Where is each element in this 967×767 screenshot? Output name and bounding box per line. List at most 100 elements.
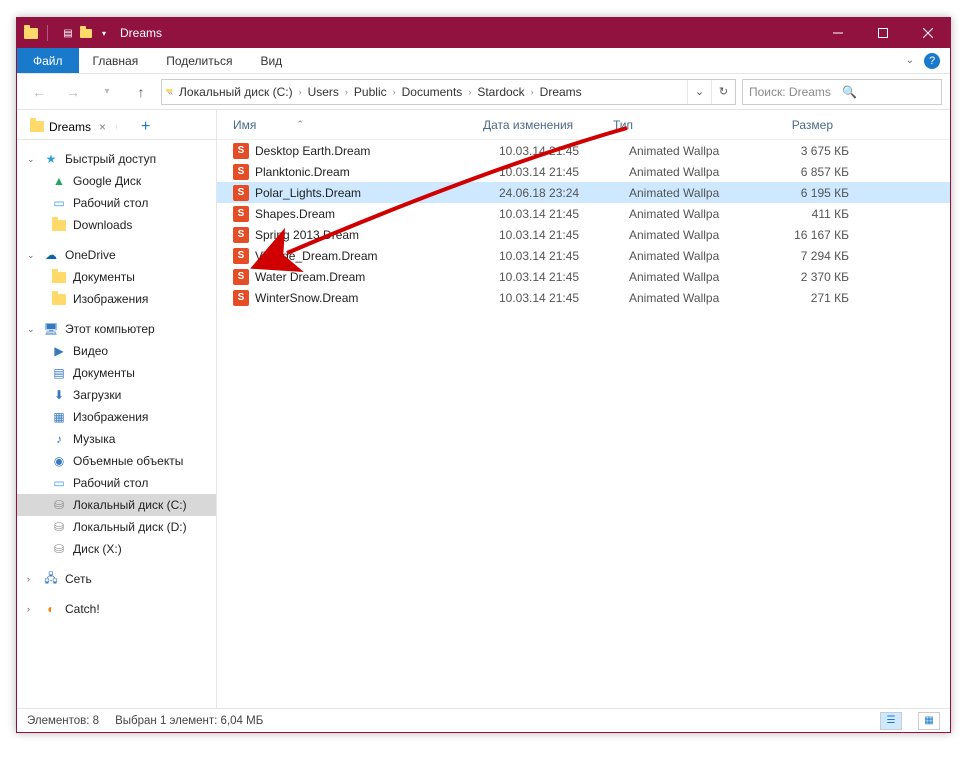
file-type: Animated Wallpa [629,207,759,221]
sidebar-item-downloads[interactable]: Downloads [17,214,216,236]
status-bar: Элементов: 8 Выбран 1 элемент: 6,04 МБ ☰… [17,708,950,732]
sidebar-item-disk-c[interactable]: ⛁Локальный диск (C:) [17,494,216,516]
ribbon-expand-icon[interactable]: ⌄ [906,55,914,66]
search-box[interactable]: Поиск: Dreams 🔍 [742,79,942,105]
file-size: 6 195 КБ [759,186,849,200]
nav-up-button[interactable]: ↑ [127,78,155,106]
quick-access-toolbar: ▤ ▾ [60,25,112,41]
file-date: 10.03.14 21:45 [499,207,629,221]
file-row[interactable]: SPolar_Lights.Dream24.06.18 23:24Animate… [217,182,950,203]
ribbon-file-tab[interactable]: Файл [17,48,79,73]
crumb-5[interactable]: Dreams [536,85,586,99]
sidebar-item-documents[interactable]: Документы [17,266,216,288]
col-size[interactable]: Размер [743,118,833,132]
address-dropdown-button[interactable]: ⌄ [687,80,711,104]
refresh-button[interactable]: ↻ [711,80,735,104]
sidebar-item-disk-x[interactable]: ⛁Диск (X:) [17,538,216,560]
sidebar-item-dl[interactable]: ⬇Загрузки [17,384,216,406]
file-rows[interactable]: SDesktop Earth.Dream10.03.14 21:45Animat… [217,140,950,708]
file-row[interactable]: SWater Dream.Dream10.03.14 21:45Animated… [217,266,950,287]
maximize-button[interactable] [860,18,905,48]
column-headers[interactable]: Имя⌃ Дата изменения Тип Размер [217,110,950,140]
app-icon [23,25,39,41]
disk-icon: ⛁ [51,497,67,513]
qat-properties-icon[interactable]: ▤ [60,25,76,41]
file-row[interactable]: SSpring 2013.Dream10.03.14 21:45Animated… [217,224,950,245]
file-type: Animated Wallpa [629,249,759,263]
sidebar-item-docs[interactable]: ▤Документы [17,362,216,384]
folder-icon [51,291,67,307]
file-size: 6 857 КБ [759,165,849,179]
crumb-2[interactable]: Public [350,85,391,99]
crumb-4[interactable]: Stardock [473,85,528,99]
sidebar-catch[interactable]: ›◐Catch! [17,598,216,620]
crumb-3[interactable]: Documents [398,85,467,99]
sidebar-item-3d[interactable]: ◉Объемные объекты [17,450,216,472]
ribbon: Файл Главная Поделиться Вид ⌄ ? [17,48,950,74]
qat-customize-icon[interactable]: ▾ [96,25,112,41]
sidebar-item-disk-d[interactable]: ⛁Локальный диск (D:) [17,516,216,538]
file-type-icon: S [233,164,249,180]
sidebar-network[interactable]: ›🖧Сеть [17,568,216,590]
sidebar-item-gdrive[interactable]: ▲Google Диск [17,170,216,192]
crumb-1[interactable]: Users [304,85,343,99]
file-row[interactable]: SShapes.Dream10.03.14 21:45Animated Wall… [217,203,950,224]
ribbon-tab-share[interactable]: Поделиться [152,48,246,73]
navigation-pane[interactable]: Dreams × + ⌄★Быстрый доступ ▲Google Диск… [17,110,217,708]
sidebar-item-desktop[interactable]: ▭Рабочий стол [17,192,216,214]
file-row[interactable]: SWinterSnow.Dream10.03.14 21:45Animated … [217,287,950,308]
nav-back-button[interactable]: ← [25,78,53,106]
view-icons-button[interactable]: ▦ [918,712,940,730]
file-type: Animated Wallpa [629,270,759,284]
file-type-icon: S [233,290,249,306]
file-type-icon: S [233,185,249,201]
sidebar-quick-access[interactable]: ⌄★Быстрый доступ [17,148,216,170]
file-type-icon: S [233,269,249,285]
file-name: Vintage_Dream.Dream [255,249,499,263]
close-button[interactable] [905,18,950,48]
qat-newfolder-icon[interactable] [78,25,94,41]
sidebar-item-images[interactable]: Изображения [17,288,216,310]
search-placeholder: Поиск: Dreams [749,85,842,99]
file-row[interactable]: SPlanktonic.Dream10.03.14 21:45Animated … [217,161,950,182]
folder-icon [29,119,45,135]
window-title: Dreams [120,26,815,40]
nav-forward-button: → [59,78,87,106]
sidebar-item-music[interactable]: ♪Музыка [17,428,216,450]
nav-tab-close-icon[interactable]: × [99,120,106,134]
objects-icon: ◉ [51,453,67,469]
col-type[interactable]: Тип [613,118,743,132]
sidebar-item-video[interactable]: ▶Видео [17,340,216,362]
nav-tab-label: Dreams [49,120,91,134]
sidebar-onedrive[interactable]: ⌄☁OneDrive [17,244,216,266]
crumb-0[interactable]: Локальный диск (C:) [175,85,297,99]
sidebar-item-img[interactable]: ▦Изображения [17,406,216,428]
navigation-row: ← → ▾ ↑ « Локальный диск (C:)› Users› Pu… [17,74,950,110]
file-size: 271 КБ [759,291,849,305]
file-type: Animated Wallpa [629,186,759,200]
sidebar-this-pc[interactable]: ⌄🖥Этот компьютер [17,318,216,340]
sidebar-item-desktop2[interactable]: ▭Рабочий стол [17,472,216,494]
file-row[interactable]: SVintage_Dream.Dream10.03.14 21:45Animat… [217,245,950,266]
nav-recent-button[interactable]: ▾ [93,78,121,106]
title-bar[interactable]: ▤ ▾ Dreams [17,18,950,48]
ribbon-tab-home[interactable]: Главная [79,48,153,73]
col-date[interactable]: Дата изменения [483,118,613,132]
help-icon[interactable]: ? [924,53,940,69]
network-icon: 🖧 [43,571,59,587]
explorer-window: ▤ ▾ Dreams Файл Главная Поделиться Вид ⌄ [16,17,951,733]
nav-tab-dreams[interactable]: Dreams × [23,117,112,137]
minimize-button[interactable] [815,18,860,48]
view-details-button[interactable]: ☰ [880,712,902,730]
nav-tab-add-button[interactable]: + [133,118,158,136]
desktop-icon: ▭ [51,195,67,211]
address-bar[interactable]: « Локальный диск (C:)› Users› Public› Do… [161,79,736,105]
search-icon: 🔍 [842,85,935,99]
file-date: 24.06.18 23:24 [499,186,629,200]
file-row[interactable]: SDesktop Earth.Dream10.03.14 21:45Animat… [217,140,950,161]
file-type: Animated Wallpa [629,144,759,158]
col-name[interactable]: Имя [233,118,256,132]
file-type-icon: S [233,206,249,222]
star-icon: ★ [43,151,59,167]
ribbon-tab-view[interactable]: Вид [246,48,296,73]
